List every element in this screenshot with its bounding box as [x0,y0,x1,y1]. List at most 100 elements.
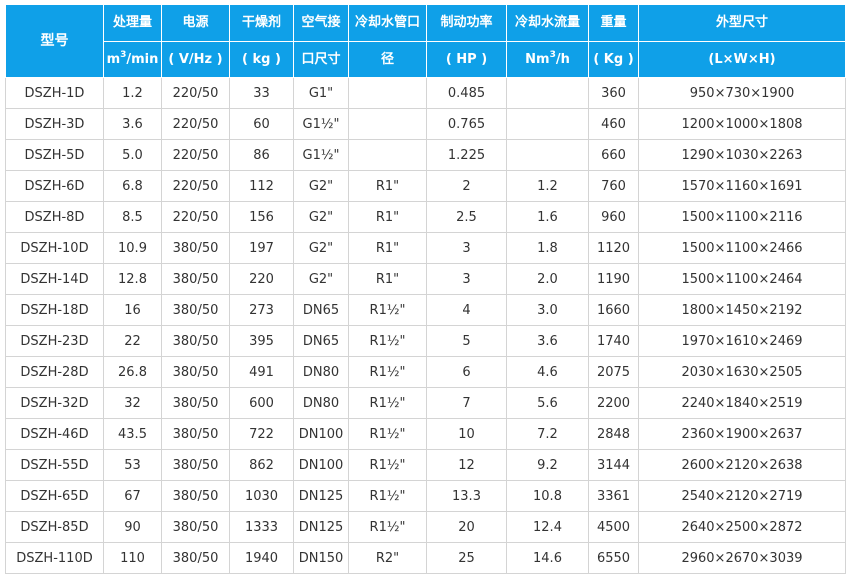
cell-model: DSZH-55D [5,449,104,481]
cell-weight: 1120 [588,232,639,264]
cell-model: DSZH-28D [5,356,104,388]
cell-dimensions: 1290×1030×2263 [638,139,846,171]
cell-brake-power: 1.225 [426,139,507,171]
cell-cooling-flow: 12.4 [506,511,589,543]
cell-cooling-pipe [348,139,427,171]
cell-capacity: 67 [103,480,162,512]
cell-model: DSZH-1D [5,77,104,109]
cell-capacity: 1.2 [103,77,162,109]
cell-capacity: 110 [103,542,162,574]
cell-cooling-pipe: R1½" [348,325,427,357]
cell-dimensions: 2640×2500×2872 [638,511,846,543]
cell-weight: 960 [588,201,639,233]
cell-power-supply: 380/50 [161,232,230,264]
table-row: DSZH-23D 22 380/50 395 DN65 R1½" 5 3.6 1740 1970×… [5,325,846,357]
cell-model: DSZH-46D [5,418,104,450]
cell-dimensions: 1800×1450×2192 [638,294,846,326]
cell-weight: 2075 [588,356,639,388]
cell-air-port: G1½" [293,108,349,140]
cooling-flow-unit-sup: 3 [549,49,556,60]
cell-desiccant: 862 [229,449,294,481]
cell-desiccant: 395 [229,325,294,357]
cell-desiccant: 722 [229,418,294,450]
table-row: DSZH-65D 67 380/50 1030 DN125 R1½" 13.3 10.8 336… [5,480,846,512]
cell-capacity: 6.8 [103,170,162,202]
cell-air-port: G2" [293,201,349,233]
cell-brake-power: 3 [426,263,507,295]
cell-cooling-flow: 3.0 [506,294,589,326]
header-air-port-line2: 口尺寸 [293,40,349,78]
cell-weight: 2200 [588,387,639,419]
cell-capacity: 5.0 [103,139,162,171]
cell-dimensions: 2600×2120×2638 [638,449,846,481]
table-body: DSZH-1D 1.2 220/50 33 G1" 0.485 360 950×730×190… [5,77,846,574]
header-cooling-flow: 冷却水流量 [506,4,589,42]
cell-air-port: DN100 [293,418,349,450]
capacity-unit-sup: 3 [120,49,127,60]
header-weight-unit: ( Kg ) [588,40,639,78]
cell-cooling-flow: 5.6 [506,387,589,419]
cell-weight: 3361 [588,480,639,512]
header-air-port: 空气接 [293,4,349,42]
table-row: DSZH-8D 8.5 220/50 156 G2" R1" 2.5 1.6 960 1500×1… [5,201,846,233]
cell-brake-power: 7 [426,387,507,419]
cell-capacity: 12.8 [103,263,162,295]
cell-brake-power: 6 [426,356,507,388]
cell-air-port: G1½" [293,139,349,171]
cell-desiccant: 60 [229,108,294,140]
cell-cooling-flow: 14.6 [506,542,589,574]
cell-brake-power: 2 [426,170,507,202]
cell-desiccant: 112 [229,170,294,202]
cell-weight: 1740 [588,325,639,357]
cell-dimensions: 1200×1000×1808 [638,108,846,140]
cell-model: DSZH-110D [5,542,104,574]
cell-weight: 1190 [588,263,639,295]
cell-model: DSZH-14D [5,263,104,295]
cell-dimensions: 2960×2670×3039 [638,542,846,574]
cell-cooling-flow: 1.2 [506,170,589,202]
cell-cooling-pipe [348,77,427,109]
table-row: DSZH-85D 90 380/50 1333 DN125 R1½" 20 12.4 4500 2… [5,511,846,543]
cell-capacity: 10.9 [103,232,162,264]
cell-power-supply: 380/50 [161,387,230,419]
cell-cooling-flow [506,108,589,140]
cell-power-supply: 380/50 [161,263,230,295]
header-weight: 重量 [588,4,639,42]
cell-dimensions: 1500×1100×2464 [638,263,846,295]
cell-desiccant: 197 [229,232,294,264]
cell-air-port: DN80 [293,356,349,388]
cell-air-port: G2" [293,170,349,202]
cell-cooling-pipe [348,108,427,140]
cell-capacity: 8.5 [103,201,162,233]
cell-brake-power: 4 [426,294,507,326]
table-row: DSZH-110D 110 380/50 1940 DN150 R2" 25 14.6 6550… [5,542,846,574]
cell-capacity: 32 [103,387,162,419]
cell-dimensions: 1970×1610×2469 [638,325,846,357]
cell-power-supply: 220/50 [161,139,230,171]
header-cooling-pipe: 冷却水管口 [348,4,427,42]
cell-cooling-flow: 10.8 [506,480,589,512]
cell-cooling-pipe: R1" [348,263,427,295]
cell-model: DSZH-18D [5,294,104,326]
cell-cooling-flow: 1.6 [506,201,589,233]
cell-capacity: 3.6 [103,108,162,140]
cell-model: DSZH-32D [5,387,104,419]
header-row-top: 型号 处理量 电源 干燥剂 空气接 冷却水管口 制动功率 冷却水流量 重量 外型… [5,4,846,78]
cell-dimensions: 2360×1900×2637 [638,418,846,450]
cell-cooling-flow: 4.6 [506,356,589,388]
header-capacity-unit: m3/min [103,40,162,78]
cell-cooling-pipe: R1½" [348,449,427,481]
cell-model: DSZH-3D [5,108,104,140]
header-capacity: 处理量 [103,4,162,42]
cell-brake-power: 13.3 [426,480,507,512]
cell-capacity: 16 [103,294,162,326]
cell-cooling-pipe: R1" [348,232,427,264]
cell-desiccant: 600 [229,387,294,419]
cell-brake-power: 10 [426,418,507,450]
cell-power-supply: 380/50 [161,480,230,512]
cell-brake-power: 3 [426,232,507,264]
cell-desiccant: 1333 [229,511,294,543]
cell-desiccant: 273 [229,294,294,326]
cell-dimensions: 2240×1840×2519 [638,387,846,419]
cell-weight: 6550 [588,542,639,574]
